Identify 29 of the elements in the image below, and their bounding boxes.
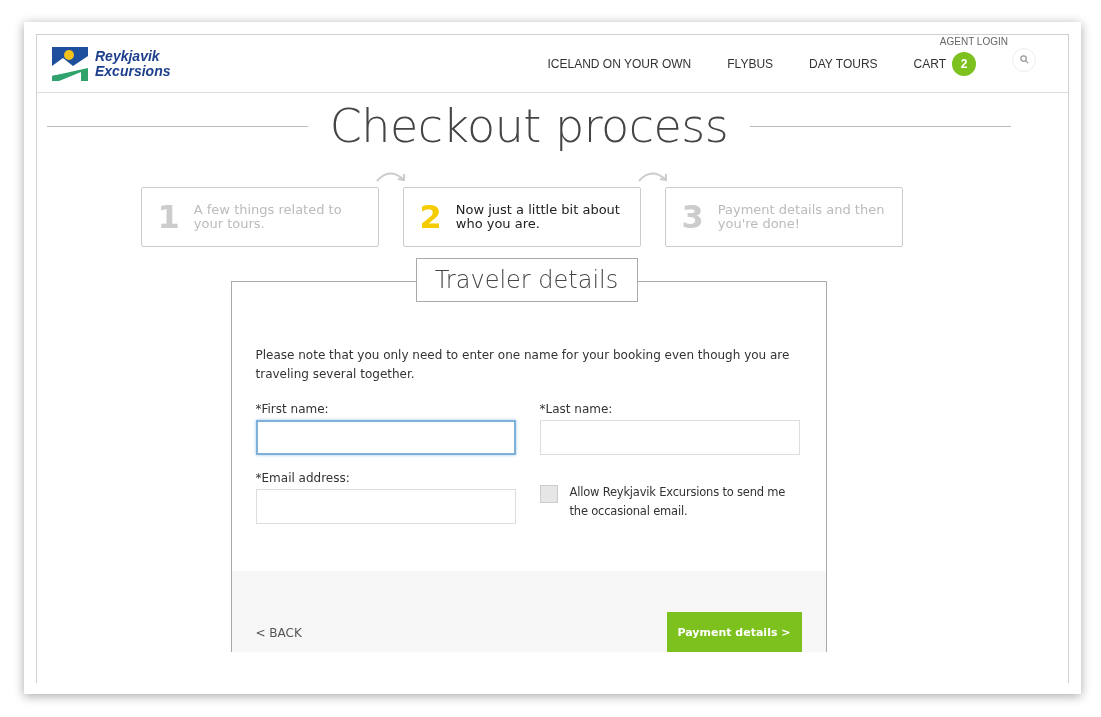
input-field[interactable] <box>255 420 516 455</box>
nav-link[interactable]: FLYBUS <box>727 56 774 71</box>
curved-arrow-icon <box>636 169 669 183</box>
search-button[interactable] <box>1012 47 1036 72</box>
mountain-logo-icon <box>51 45 89 82</box>
agent-login-link[interactable]: AGENT LOGIN <box>939 36 1008 47</box>
page-title: Checkout process <box>329 99 729 153</box>
input-field[interactable] <box>539 420 800 455</box>
field-label: *First name: <box>255 402 330 416</box>
input-field[interactable] <box>255 489 516 524</box>
step-description: Payment details and then you're done! <box>717 203 886 231</box>
brand-name: Excursions <box>95 63 171 79</box>
section-title: Traveler details <box>415 258 638 302</box>
step-description: Now just a little bit about who you are. <box>455 203 621 231</box>
field-label: *Email address: <box>255 471 351 485</box>
nav-link[interactable]: CART 2 <box>913 51 976 76</box>
step-number: 2 <box>419 198 442 236</box>
nav-link[interactable]: ICELAND ON YOUR OWN <box>547 56 692 71</box>
field-label: *Last name: <box>539 402 614 416</box>
checkbox[interactable] <box>539 485 558 503</box>
search-icon <box>1019 55 1029 64</box>
checkbox-label: Allow Reykjavik Excursions to send me the occasional email. <box>569 484 787 520</box>
brand-name: Reykjavik <box>95 48 161 64</box>
cart-count-badge: 2 <box>952 51 976 76</box>
curved-arrow-icon <box>374 169 407 183</box>
form-note: Please note that you only need to enter one name for your booking even though you are traveling several together. <box>255 347 791 383</box>
step-description: A few things related to your tours. <box>193 203 343 231</box>
nav-link[interactable]: DAY TOURS <box>809 56 878 71</box>
back-link[interactable]: < BACK <box>255 626 302 640</box>
